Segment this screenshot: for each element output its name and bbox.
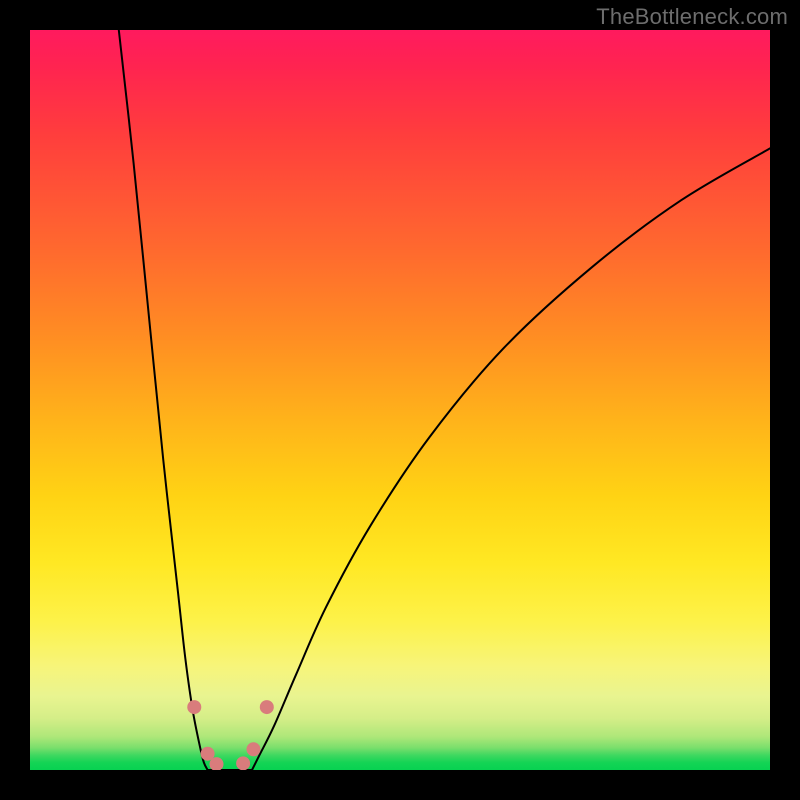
marker-dot-5: [260, 700, 274, 714]
marker-layer: [30, 30, 770, 770]
marker-dot-3: [236, 756, 250, 770]
plot-area: [30, 30, 770, 770]
chart-frame: TheBottleneck.com: [0, 0, 800, 800]
attribution-label: TheBottleneck.com: [596, 4, 788, 30]
marker-dot-0: [187, 700, 201, 714]
marker-dot-4: [246, 742, 260, 756]
